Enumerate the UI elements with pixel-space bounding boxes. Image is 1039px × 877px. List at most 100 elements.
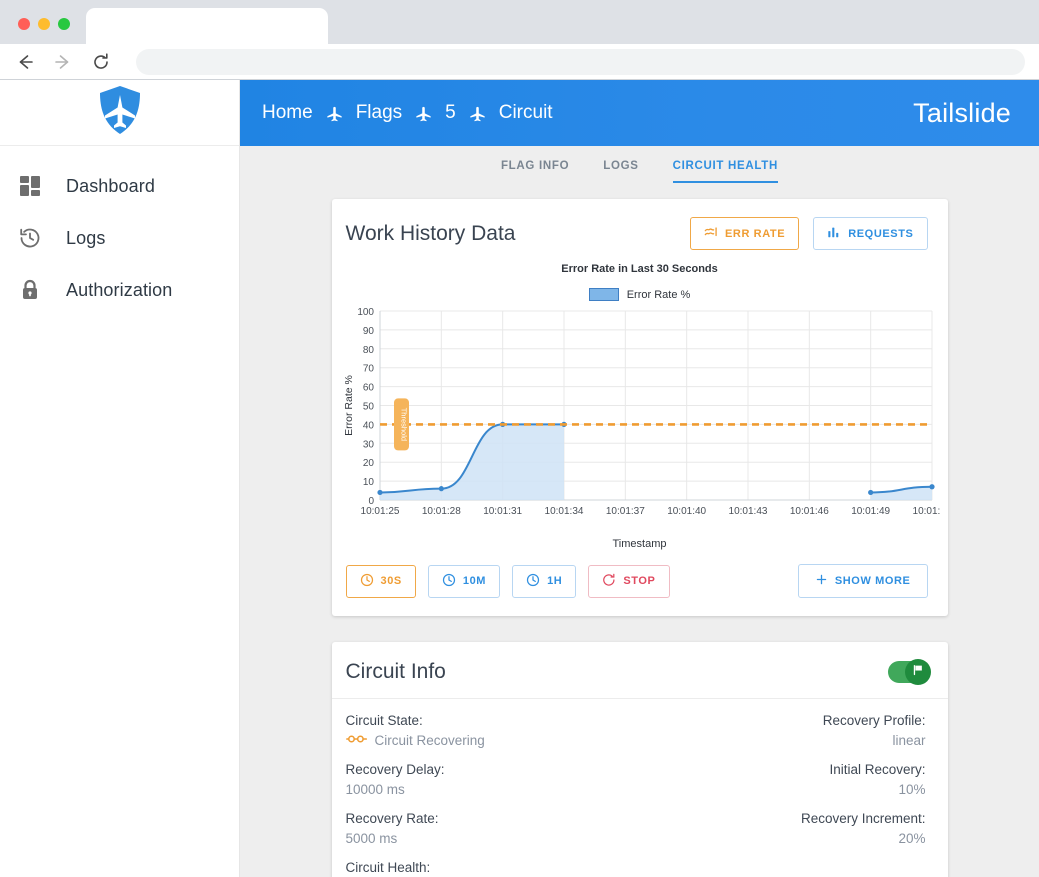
circuit-toggle[interactable] bbox=[887, 659, 931, 685]
circuit-state-value: Circuit Recovering bbox=[374, 733, 485, 748]
initial-recovery-label: Initial Recovery: bbox=[829, 762, 926, 777]
svg-text:70: 70 bbox=[362, 364, 374, 375]
range-1h-label: 1H bbox=[547, 575, 563, 587]
time-range-buttons: 30S 10M 1H STOP bbox=[345, 564, 670, 598]
history-icon bbox=[16, 224, 44, 252]
circuit-break-icon bbox=[345, 733, 368, 748]
range-10m-label: 10M bbox=[462, 575, 487, 587]
airplane-icon bbox=[325, 104, 344, 123]
circuit-health-group: Circuit Health: 30% bbox=[346, 860, 926, 877]
sidebar-item-logs[interactable]: Logs bbox=[0, 212, 239, 264]
recovery-increment-value: 20% bbox=[898, 831, 926, 846]
show-more-button[interactable]: SHOW MORE bbox=[797, 564, 928, 598]
tab-circuit-health[interactable]: CIRCUIT HEALTH bbox=[672, 160, 779, 183]
chart-legend: Error Rate % bbox=[332, 288, 948, 301]
window-traffic-lights bbox=[0, 18, 84, 44]
sidebar-item-label: Logs bbox=[66, 227, 106, 248]
svg-text:10:01:49: 10:01:49 bbox=[851, 506, 890, 517]
plus-icon bbox=[815, 573, 828, 589]
browser-toolbar bbox=[0, 44, 1039, 80]
arrow-right-icon[interactable] bbox=[52, 51, 74, 73]
recovery-profile-value: linear bbox=[892, 733, 926, 748]
error-rate-chart[interactable]: 010203040506070809010010:01:25 10:01:28 10… bbox=[340, 305, 952, 530]
tab-flag-info[interactable]: FLAG INFO bbox=[501, 160, 569, 183]
legend-swatch bbox=[588, 288, 619, 301]
grid-icon bbox=[16, 172, 44, 200]
breadcrumb-item-circuit[interactable]: Circuit bbox=[499, 102, 553, 124]
stop-button[interactable]: STOP bbox=[588, 564, 670, 598]
range-10m-button[interactable]: 10M bbox=[427, 564, 501, 598]
reload-icon[interactable] bbox=[90, 51, 112, 73]
circuit-health-label: Circuit Health: bbox=[345, 860, 431, 875]
svg-text:10:01:28: 10:01:28 bbox=[421, 506, 460, 517]
svg-text:10:01:34: 10:01:34 bbox=[544, 506, 583, 517]
circuit-state-value-wrap: Circuit Recovering bbox=[345, 733, 485, 748]
flag-icon bbox=[911, 663, 925, 682]
svg-text:10:01:46: 10:01:46 bbox=[789, 506, 828, 517]
browser-tab[interactable] bbox=[86, 8, 328, 44]
requests-button-label: REQUESTS bbox=[848, 227, 914, 240]
breadcrumb-item-flags[interactable]: Flags bbox=[356, 102, 402, 124]
svg-text:50: 50 bbox=[362, 402, 374, 413]
show-more-label: SHOW MORE bbox=[834, 575, 911, 587]
maximize-window-button[interactable] bbox=[58, 18, 70, 30]
circuit-info-row: Circuit State: Circuit Recovering Recove… bbox=[346, 713, 926, 748]
svg-text:10:01:25: 10:01:25 bbox=[360, 506, 399, 517]
initial-recovery-value: 10% bbox=[898, 782, 926, 797]
main-column: Home Flags 5 Circuit Tailslide FLAG INFO bbox=[240, 80, 1039, 877]
svg-text:10:01:40: 10:01:40 bbox=[667, 506, 706, 517]
work-history-footer: 30S 10M 1H STOP SHOW MORE bbox=[332, 550, 948, 616]
browser-tabstrip bbox=[0, 0, 1039, 44]
svg-text:60: 60 bbox=[362, 383, 374, 394]
err-rate-button[interactable]: ERR RATE bbox=[689, 217, 800, 250]
svg-text:80: 80 bbox=[362, 345, 374, 356]
range-30s-label: 30S bbox=[380, 575, 402, 587]
sidebar-item-dashboard[interactable]: Dashboard bbox=[0, 160, 239, 212]
recovery-delay-label: Recovery Delay: bbox=[345, 762, 445, 777]
recovery-rate-value: 5000 ms bbox=[345, 831, 398, 846]
svg-text:10:01:37: 10:01:37 bbox=[605, 506, 644, 517]
initial-recovery-group: Initial Recovery: 10% bbox=[829, 762, 925, 797]
page-tabs: FLAG INFO LOGS CIRCUIT HEALTH bbox=[501, 146, 779, 183]
close-window-button[interactable] bbox=[18, 18, 30, 30]
clock-icon bbox=[526, 573, 540, 590]
err-rate-button-label: ERR RATE bbox=[724, 227, 786, 240]
work-history-header: Work History Data ERR RATE REQUESTS bbox=[332, 199, 948, 250]
breadcrumb-item-home[interactable]: Home bbox=[262, 102, 313, 124]
chart-plot[interactable]: 0 10 20 30 40 50 60 70 80 90 100 10:01:25 10:01:28 10… bbox=[332, 301, 952, 535]
range-30s-button[interactable]: 30S bbox=[345, 564, 416, 598]
app-logo[interactable] bbox=[0, 80, 239, 146]
minimize-window-button[interactable] bbox=[38, 18, 50, 30]
brand-title: Tailslide bbox=[913, 97, 1011, 128]
refresh-icon bbox=[602, 573, 616, 590]
circuit-info-card: Circuit Info Circuit State: Circuit Reco… bbox=[331, 642, 948, 877]
toggle-knob bbox=[904, 659, 931, 685]
svg-text:Error Rate %: Error Rate % bbox=[343, 375, 355, 436]
airplane-icon bbox=[414, 104, 433, 123]
circuit-info-row: Recovery Rate: 5000 ms Recovery Incremen… bbox=[346, 811, 926, 846]
circuit-info-title: Circuit Info bbox=[345, 660, 446, 683]
clock-icon bbox=[360, 573, 374, 590]
circuit-state-group: Circuit State: Circuit Recovering bbox=[346, 713, 485, 748]
lock-icon bbox=[16, 276, 44, 304]
circuit-info-header: Circuit Info bbox=[331, 642, 948, 699]
bar-chart-icon bbox=[827, 225, 841, 242]
sidebar-item-label: Dashboard bbox=[66, 175, 155, 196]
sidebar-item-label: Authorization bbox=[66, 279, 173, 300]
breadcrumb-item-flag-id[interactable]: 5 bbox=[445, 102, 456, 124]
chart-title: Error Rate in Last 30 Seconds bbox=[561, 263, 718, 275]
arrow-left-icon[interactable] bbox=[14, 51, 36, 73]
sidebar-item-authorization[interactable]: Authorization bbox=[0, 264, 239, 316]
recovery-delay-value: 10000 ms bbox=[345, 782, 405, 797]
recovery-profile-group: Recovery Profile: linear bbox=[823, 713, 926, 748]
svg-text:10:01:52: 10:01:52 bbox=[912, 506, 939, 517]
tab-logs[interactable]: LOGS bbox=[603, 160, 638, 183]
svg-text:90: 90 bbox=[362, 326, 374, 337]
requests-button[interactable]: REQUESTS bbox=[813, 217, 928, 250]
svg-text:40: 40 bbox=[362, 420, 374, 431]
svg-text:10:01:31: 10:01:31 bbox=[483, 506, 522, 517]
address-bar[interactable] bbox=[136, 48, 1025, 75]
range-1h-button[interactable]: 1H bbox=[512, 564, 577, 598]
recovery-profile-label: Recovery Profile: bbox=[822, 713, 926, 728]
card-title: Work History Data bbox=[345, 221, 516, 245]
